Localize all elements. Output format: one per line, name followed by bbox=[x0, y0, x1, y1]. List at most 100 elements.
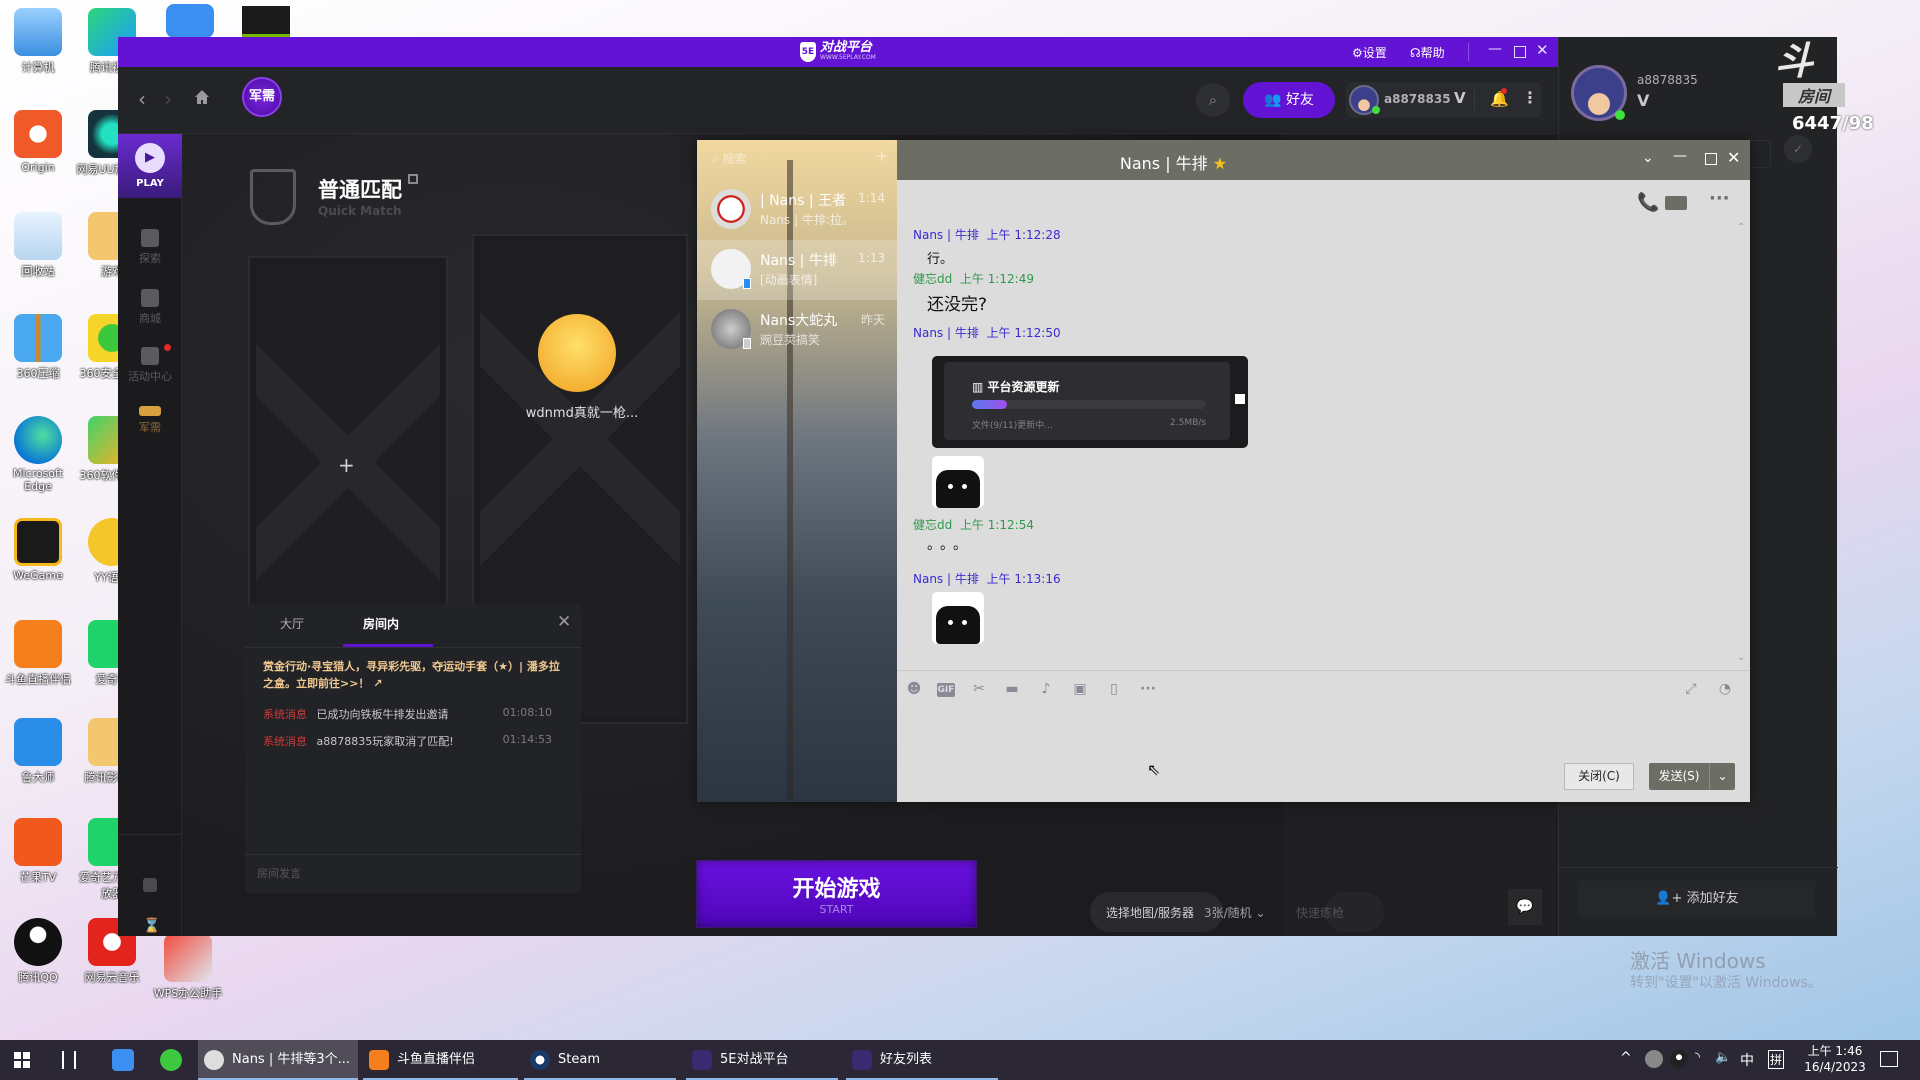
vibrate-button[interactable]: ▯ bbox=[1105, 680, 1123, 698]
chat-more-button[interactable]: ··· bbox=[1709, 188, 1730, 209]
image-button[interactable]: ▣ bbox=[1071, 680, 1089, 698]
sidebar-item-activity-center[interactable]: 活动中心 bbox=[118, 347, 182, 384]
image-message[interactable]: ▥ 平台资源更新 文件(9/11)更新中... 2.5MB/s bbox=[932, 356, 1248, 448]
video-call-button[interactable] bbox=[1665, 196, 1687, 210]
desktop-icon-wegame[interactable]: WeGame bbox=[0, 518, 76, 582]
gif-button[interactable]: GIF bbox=[937, 683, 955, 697]
taskbar-item-friend-list[interactable]: 好友列表 bbox=[846, 1040, 998, 1080]
shake-hand-button[interactable]: ♪ bbox=[1037, 680, 1055, 698]
sidebar-item-store[interactable]: 商城 bbox=[118, 289, 182, 326]
settings-button[interactable]: ⚙设置 bbox=[1352, 44, 1387, 61]
taskbar-pinned-bird[interactable] bbox=[112, 1049, 134, 1071]
contact-item[interactable]: | Nans | 王者 1:14 Nans | 牛排:拉。 bbox=[697, 180, 897, 240]
desktop-icon-qq[interactable]: 腾讯QQ bbox=[0, 918, 76, 985]
cube-icon[interactable] bbox=[143, 878, 157, 892]
contact-search[interactable]: ⌕ 搜索 bbox=[712, 150, 747, 167]
desktop-icon-ludashi[interactable]: 鲁大师 bbox=[0, 718, 76, 785]
tray-qq-icon[interactable] bbox=[1670, 1050, 1688, 1068]
quartermaster-badge[interactable]: 军需 bbox=[242, 77, 282, 117]
search-icon: ⌕ bbox=[1208, 91, 1218, 109]
quick-practice-button[interactable]: 快速练枪 bbox=[1296, 892, 1384, 932]
online-status-dot bbox=[1372, 106, 1380, 114]
taskbar-pinned-browser[interactable] bbox=[160, 1049, 182, 1071]
friend-request-button[interactable]: ✓ bbox=[1784, 135, 1812, 163]
expand-input-button[interactable]: ⤢ bbox=[1682, 680, 1700, 698]
sidebar-item-explore[interactable]: 探索 bbox=[118, 229, 182, 266]
player-name: wdnmd真就一枪... bbox=[525, 406, 639, 421]
contact-item[interactable]: Nans大蛇丸 昨天 豌豆荚搞笑 bbox=[697, 300, 897, 360]
map-select-value[interactable]: 3张/随机 ⌄ bbox=[1204, 904, 1266, 921]
voice-call-button[interactable]: 📞 bbox=[1637, 192, 1659, 213]
taskbar-item-5e-platform[interactable]: 5E对战平台 bbox=[686, 1040, 838, 1080]
user-chip[interactable]: a8878835 V 🔔 ⋮ bbox=[1346, 82, 1542, 118]
tray-speaker-app-icon[interactable] bbox=[1645, 1050, 1663, 1068]
desktop-icon-recycle-bin[interactable]: 回收站 bbox=[0, 212, 76, 279]
start-button[interactable] bbox=[14, 1052, 30, 1068]
task-view-button[interactable] bbox=[62, 1051, 76, 1069]
sticker-message[interactable] bbox=[932, 592, 984, 644]
desktop-icon-mangotv[interactable]: 芒果TV bbox=[0, 818, 76, 885]
sticker-message[interactable] bbox=[932, 456, 984, 508]
desktop-icon-computer[interactable]: 计算机 bbox=[0, 8, 76, 75]
room-chat-input[interactable]: 房间发言 bbox=[257, 862, 569, 886]
forward-button[interactable]: › bbox=[164, 87, 172, 111]
help-button[interactable]: ☊帮助 bbox=[1410, 44, 1445, 61]
home-button[interactable] bbox=[194, 89, 210, 105]
send-options-button[interactable]: ⌄ bbox=[1709, 763, 1735, 790]
action-center-button[interactable] bbox=[1880, 1051, 1898, 1067]
screenshot-button[interactable]: ✂ bbox=[970, 680, 988, 698]
tab-in-room[interactable]: 房间内 bbox=[363, 615, 399, 632]
send-button[interactable]: 发送(S) bbox=[1649, 763, 1709, 790]
emoji-button[interactable]: ☻ bbox=[905, 680, 923, 698]
search-button[interactable]: ⌕ bbox=[1196, 83, 1230, 117]
close-button[interactable]: ✕ bbox=[1536, 41, 1549, 59]
desktop-icon-origin[interactable]: Origin bbox=[0, 110, 76, 174]
friends-button[interactable]: 👥 好友 bbox=[1243, 82, 1335, 118]
copy-icon[interactable] bbox=[408, 174, 418, 184]
chat-dropdown-button[interactable]: ⌄ bbox=[1642, 150, 1654, 166]
chat-maximize-button[interactable] bbox=[1705, 153, 1717, 165]
scroll-top-button[interactable]: ⌃ bbox=[1737, 222, 1745, 233]
sidebar-item-quartermaster[interactable]: 军需 bbox=[118, 406, 182, 435]
scroll-bottom-button[interactable]: ⌄ bbox=[1737, 652, 1745, 663]
chat-toggle-button[interactable]: 💬 bbox=[1508, 889, 1542, 925]
taskbar-item-qq-chat[interactable]: Nans | 牛排等3个... bbox=[198, 1040, 358, 1080]
more-menu-button[interactable]: ⋮ bbox=[1522, 88, 1538, 107]
message-header: Nans | 牛排 上午 1:12:50 bbox=[913, 326, 1061, 340]
message-input[interactable] bbox=[897, 705, 1750, 765]
hourglass-icon[interactable]: ⌛ bbox=[143, 918, 160, 934]
taskbar-item-steam[interactable]: Steam bbox=[524, 1040, 676, 1080]
back-button[interactable]: ‹ bbox=[138, 87, 146, 111]
mobile-icon bbox=[743, 338, 751, 349]
image-menu-icon[interactable] bbox=[1235, 394, 1245, 404]
close-chat-button[interactable]: 关闭(C) bbox=[1564, 763, 1634, 790]
toolbar-more-button[interactable]: ··· bbox=[1139, 680, 1157, 698]
sidebar-play[interactable]: ▶ PLAY bbox=[118, 134, 182, 198]
add-friend-button[interactable]: 👤+ 添加好友 bbox=[1579, 881, 1815, 917]
contact-item-selected[interactable]: Nans | 牛排 1:13 [动画表情] bbox=[697, 240, 897, 300]
ime-language[interactable]: 中 bbox=[1740, 1050, 1754, 1070]
ime-mode[interactable]: 拼 bbox=[1768, 1050, 1785, 1069]
wifi-icon[interactable]: ◝ bbox=[1695, 1050, 1700, 1065]
maximize-button[interactable] bbox=[1514, 46, 1526, 58]
minimize-button[interactable]: — bbox=[1488, 41, 1502, 57]
start-game-button[interactable]: 开始游戏 START bbox=[696, 860, 977, 928]
announcement-link[interactable]: 赏金行动·寻宝猎人，寻异彩先驱，夺运动手套（★）| 潘多拉之盒。立即前往>>！ … bbox=[263, 658, 568, 692]
tray-overflow-button[interactable]: ^ bbox=[1620, 1050, 1632, 1066]
add-contact-button[interactable]: + bbox=[875, 146, 888, 165]
desktop-icon-wps[interactable]: WPS办公助手 bbox=[150, 934, 226, 1001]
chat-minimize-button[interactable]: — bbox=[1673, 148, 1687, 164]
desktop-icon-douyu[interactable]: 斗鱼直播伴侣 bbox=[0, 620, 76, 687]
taskbar-item-douyu[interactable]: 斗鱼直播伴侣 bbox=[363, 1040, 518, 1080]
history-button[interactable]: ◔ bbox=[1716, 680, 1734, 698]
chat-close-button[interactable]: ✕ bbox=[1727, 148, 1740, 167]
desktop-icon-360zip[interactable]: 360压缩 bbox=[0, 314, 76, 381]
folder-button[interactable]: ▬ bbox=[1003, 680, 1021, 698]
desktop-icon-partial-nvidia[interactable] bbox=[242, 6, 290, 38]
close-room-chat-button[interactable]: ✕ bbox=[557, 612, 571, 632]
desktop-icon-partial-bird[interactable] bbox=[166, 4, 214, 38]
desktop-icon-edge[interactable]: Microsoft Edge bbox=[0, 416, 76, 493]
tab-lobby[interactable]: 大厅 bbox=[280, 615, 304, 632]
system-clock[interactable]: 上午 1:46 16/4/2023 bbox=[1800, 1043, 1870, 1075]
volume-icon[interactable]: 🔈 bbox=[1715, 1050, 1731, 1065]
